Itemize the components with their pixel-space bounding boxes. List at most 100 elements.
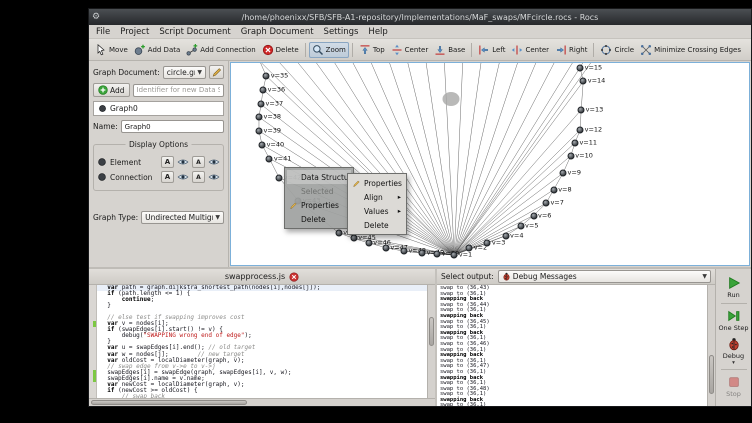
- output-vertical-scrollbar[interactable]: [707, 285, 715, 406]
- graph-node[interactable]: v=36: [260, 86, 267, 93]
- toolbar-add-node-button[interactable]: Add Data: [131, 42, 184, 58]
- graph-node[interactable]: v=12: [577, 127, 584, 134]
- scrollbar-thumb[interactable]: [709, 355, 714, 394]
- context-menu-item-properties[interactable]: Properties: [350, 176, 404, 190]
- graph-node[interactable]: v=38: [255, 114, 262, 121]
- graph-node[interactable]: v=49: [419, 250, 426, 257]
- graph-node[interactable]: v=3: [484, 239, 491, 246]
- graph-node[interactable]: v=42: [276, 174, 283, 181]
- context-menu-item-values[interactable]: Values▸: [350, 204, 404, 218]
- context-menu-item-properties[interactable]: Properties: [287, 198, 351, 212]
- menu-project[interactable]: Project: [115, 27, 154, 37]
- select-output-label: Select output:: [441, 272, 494, 281]
- code-editor[interactable]: var path = graph.dijkstra_shortest_path(…: [89, 285, 435, 398]
- graph-node[interactable]: v=10: [567, 152, 574, 159]
- editor-vertical-scrollbar[interactable]: [427, 285, 435, 398]
- menu-graph-document[interactable]: Graph Document: [236, 27, 319, 37]
- node-label: v=15: [585, 63, 603, 71]
- show-values-button[interactable]: A: [192, 171, 205, 183]
- graph-node[interactable]: v=40: [259, 141, 266, 148]
- run-button[interactable]: Run: [716, 273, 751, 301]
- toolbar-min-cross-button[interactable]: Minimize Crossing Edges: [637, 42, 744, 58]
- script-tab-bar: swapprocess.js: [89, 269, 435, 285]
- graph-node[interactable]: v=11: [571, 139, 578, 146]
- align-hcenter-icon: [511, 44, 523, 56]
- show-names-button[interactable]: A: [161, 171, 174, 183]
- graph-node[interactable]: v=37: [258, 101, 265, 108]
- graph-document-combobox[interactable]: circle.graph ▼: [163, 66, 206, 79]
- toolbar-align-hcenter-button[interactable]: Center: [508, 42, 552, 58]
- show-names-button[interactable]: A: [161, 156, 174, 168]
- toolbar-add-edge-button[interactable]: Add Connection: [183, 42, 258, 58]
- graph-node[interactable]: v=35: [263, 72, 270, 79]
- graph-node[interactable]: v=7: [542, 200, 549, 207]
- titlebar[interactable]: ⚙ /home/phoenixx/SFB/SFB-A1-repository/I…: [89, 9, 751, 25]
- close-icon[interactable]: [289, 272, 299, 282]
- identifier-input[interactable]: [133, 84, 224, 97]
- menu-settings[interactable]: Settings: [319, 27, 364, 37]
- show-names-eye-icon[interactable]: [177, 156, 189, 168]
- show-values-button[interactable]: A: [192, 156, 205, 168]
- graph-node[interactable]: v=44: [335, 229, 342, 236]
- script-tab[interactable]: swapprocess.js: [225, 272, 299, 282]
- add-data-structure-button[interactable]: Add: [93, 83, 130, 97]
- context-submenu: PropertiesAlign▸Values▸Delete: [347, 173, 407, 235]
- graph-node[interactable]: v=6: [530, 212, 537, 219]
- graph-node[interactable]: v=1: [451, 251, 458, 258]
- toolbar-align-right-button[interactable]: Right: [552, 42, 590, 58]
- menu-help[interactable]: Help: [363, 27, 392, 37]
- node-label: v=5: [525, 222, 538, 230]
- show-values-eye-icon[interactable]: [208, 171, 220, 183]
- toolbar-move-button[interactable]: Move: [92, 42, 131, 58]
- scrollbar-thumb[interactable]: [91, 400, 247, 405]
- menu-script-document[interactable]: Script Document: [154, 27, 235, 37]
- graph-node[interactable]: v=8: [550, 186, 557, 193]
- editor-horizontal-scrollbar[interactable]: [89, 398, 435, 406]
- graph-node[interactable]: v=13: [578, 106, 585, 113]
- output-type-combobox[interactable]: Debug Messages ▼: [498, 270, 711, 283]
- graph-node[interactable]: v=46: [365, 239, 372, 246]
- graph-canvas[interactable]: v=35v=36v=37v=38v=39v=40v=41v=42v=43v=44…: [230, 62, 750, 266]
- debug-button[interactable]: Debug▾: [716, 334, 751, 367]
- toolbar-separator: [471, 43, 472, 57]
- graph-node[interactable]: v=5: [517, 223, 524, 230]
- toolbar-zoom-button[interactable]: Zoom: [309, 42, 349, 58]
- delete-icon: [262, 44, 274, 56]
- edit-document-button[interactable]: [209, 65, 224, 79]
- display-options-rows: ElementAAConnectionAA: [97, 156, 220, 183]
- context-menu-item-align[interactable]: Align▸: [350, 190, 404, 204]
- data-structure-tree-item[interactable]: Graph0: [93, 101, 224, 116]
- context-menu-item-delete[interactable]: Delete: [350, 218, 404, 232]
- node-label: v=41: [274, 154, 292, 162]
- graph-node[interactable]: v=9: [560, 170, 567, 177]
- one-step-button[interactable]: One Step: [716, 306, 751, 334]
- graph-node[interactable]: v=47: [382, 244, 389, 251]
- toolbar-circle-button[interactable]: Circle: [597, 42, 637, 58]
- graph-node[interactable]: v=50: [434, 250, 441, 257]
- menu-file[interactable]: File: [91, 27, 115, 37]
- toolbar-align-left-button[interactable]: Left: [475, 42, 508, 58]
- graph-node[interactable]: v=4: [502, 232, 509, 239]
- graph-node[interactable]: v=39: [255, 127, 262, 134]
- toolbar-align-top-button[interactable]: Top: [356, 42, 388, 58]
- graph-node[interactable]: v=15: [577, 64, 584, 71]
- toolbar-delete-button[interactable]: Delete: [259, 42, 302, 58]
- context-menu-item-data-structure[interactable]: Data Structure▸: [287, 170, 351, 184]
- name-input[interactable]: [121, 120, 224, 133]
- scrollbar-thumb[interactable]: [429, 317, 434, 346]
- debug-output-list[interactable]: swap to (36,43)swap to (36,1)swapping ba…: [437, 285, 707, 406]
- toolbar-align-base-button[interactable]: Base: [431, 42, 468, 58]
- run-icon: [727, 276, 741, 290]
- graph-type-combobox[interactable]: Undirected Multigraph ▼: [141, 211, 224, 224]
- toolbar-align-vcenter-button[interactable]: Center: [388, 42, 432, 58]
- show-values-eye-icon[interactable]: [208, 156, 220, 168]
- node-label: v=11: [579, 138, 597, 146]
- context-menu-item-delete[interactable]: Delete: [287, 212, 351, 226]
- graph-node[interactable]: v=14: [580, 78, 587, 85]
- graph-node[interactable]: v=48: [401, 248, 408, 255]
- graph-node[interactable]: v=41: [266, 155, 273, 162]
- show-names-eye-icon[interactable]: [177, 171, 189, 183]
- graph-node[interactable]: v=2: [466, 245, 473, 252]
- code-area[interactable]: var path = graph.dijkstra_shortest_path(…: [89, 285, 427, 398]
- graph-node[interactable]: v=45: [350, 235, 357, 242]
